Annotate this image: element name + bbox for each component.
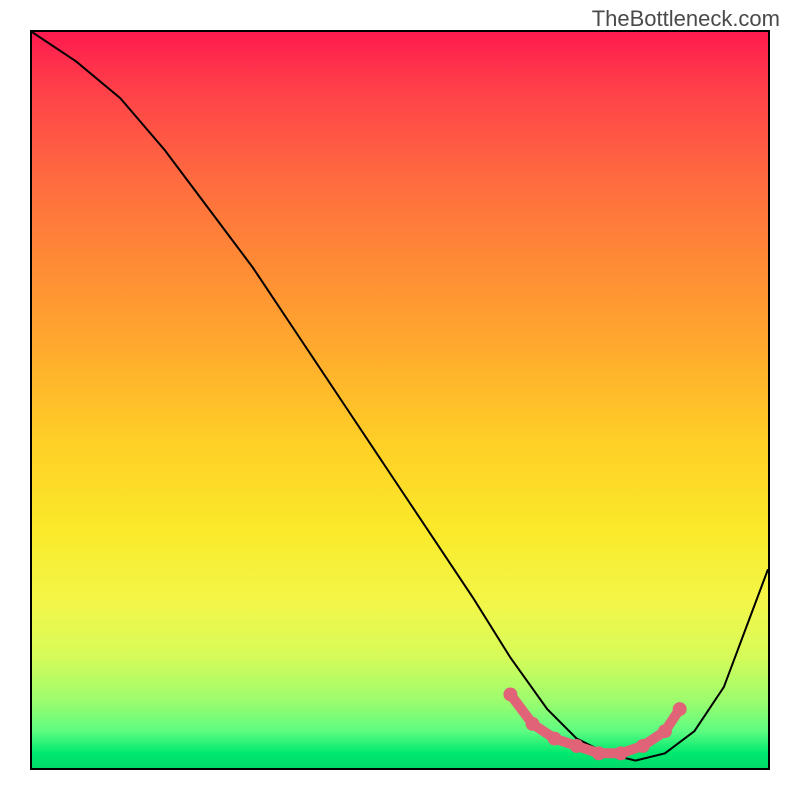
- valley-dot: [673, 702, 687, 716]
- valley-dot: [636, 739, 650, 753]
- curve-svg: [32, 32, 768, 768]
- valley-dot: [503, 687, 517, 701]
- valley-dot: [526, 717, 540, 731]
- chart-container: TheBottleneck.com: [0, 0, 800, 800]
- valley-dot: [658, 724, 672, 738]
- bottleneck-curve-line: [32, 32, 768, 761]
- plot-area: [30, 30, 770, 770]
- valley-dot: [614, 746, 628, 760]
- valley-dot: [592, 746, 606, 760]
- valley-dot: [548, 732, 562, 746]
- valley-dot: [570, 739, 584, 753]
- valley-points-group: [503, 687, 686, 760]
- watermark-text: TheBottleneck.com: [592, 6, 780, 32]
